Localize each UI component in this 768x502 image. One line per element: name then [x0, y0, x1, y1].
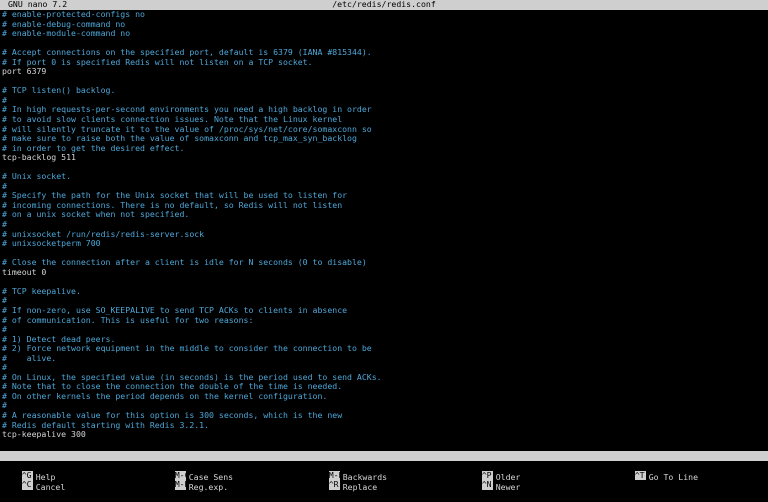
- shortcut-case-sens[interactable]: M-CCase Sens: [155, 461, 233, 482]
- comment-line[interactable]: # On other kernels the period depends on…: [2, 392, 766, 402]
- comment-line[interactable]: # make sure to raise both the value of s…: [2, 134, 766, 144]
- config-line[interactable]: port 6379: [2, 67, 766, 77]
- comment-line[interactable]: # In high requests-per-second environmen…: [2, 105, 766, 115]
- comment-line[interactable]: #: [2, 96, 766, 106]
- shortcut-key: ^R: [328, 480, 340, 490]
- comment-line[interactable]: # 2) Force network equipment in the midd…: [2, 344, 766, 354]
- shortcut-label: Newer: [495, 481, 521, 492]
- comment-line[interactable]: # If port 0 is specified Redis will not …: [2, 58, 766, 68]
- comment-line[interactable]: #: [2, 401, 766, 411]
- config-line[interactable]: [2, 39, 766, 49]
- comment-line[interactable]: # Specify the path for the Unix socket t…: [2, 191, 766, 201]
- shortcut-label: Go To Line: [648, 472, 699, 483]
- shortcut-older[interactable]: ^P Older: [462, 461, 520, 482]
- shortcut-cancel[interactable]: ^C Cancel: [2, 471, 65, 491]
- shortcut-label: Reg.exp.: [188, 481, 229, 492]
- comment-line[interactable]: # enable-debug-command no: [2, 20, 766, 30]
- comment-line[interactable]: # enable-module-command no: [2, 29, 766, 39]
- shortcut-go-to-line[interactable]: ^T Go To Line: [615, 461, 698, 482]
- app-name: GNU nano 7.2: [8, 0, 68, 9]
- comment-line[interactable]: # to avoid slow clients connection issue…: [2, 115, 766, 125]
- shortcut-key: ^N: [481, 480, 493, 490]
- comment-line[interactable]: # TCP keepalive.: [2, 287, 766, 297]
- comment-line[interactable]: # Redis default starting with Redis 3.2.…: [2, 421, 766, 431]
- config-line[interactable]: [2, 277, 766, 287]
- config-line[interactable]: tcp-backlog 511: [2, 153, 766, 163]
- title-bar: /etc/redis/redis.conf GNU nano 7.2: [0, 0, 768, 10]
- comment-line[interactable]: # On Linux, the specified value (in seco…: [2, 373, 766, 383]
- shortcut-reg-exp[interactable]: M-RReg.exp.: [155, 471, 228, 491]
- comment-line[interactable]: # Unix socket.: [2, 172, 766, 182]
- shortcut-label: Replace: [342, 481, 378, 492]
- shortcut-help[interactable]: ^G Help: [2, 461, 55, 482]
- shortcut-replace[interactable]: ^R Replace: [309, 471, 377, 491]
- config-line[interactable]: timeout 0: [2, 268, 766, 278]
- shortcut-key: ^C: [21, 480, 33, 490]
- comment-line[interactable]: #: [2, 220, 766, 230]
- config-line[interactable]: [2, 249, 766, 259]
- comment-line[interactable]: # on a unix socket when not specified.: [2, 210, 766, 220]
- comment-line[interactable]: # If non-zero, use SO_KEEPALIVE to send …: [2, 306, 766, 316]
- comment-line[interactable]: # A reasonable value for this option is …: [2, 411, 766, 421]
- shortcut-backwards[interactable]: M-BBackwards: [309, 461, 387, 482]
- comment-line[interactable]: #: [2, 325, 766, 335]
- comment-line[interactable]: #: [2, 363, 766, 373]
- file-path: /etc/redis/redis.conf: [332, 0, 436, 9]
- editor-text-area[interactable]: # enable-protected-configs no # enable-de…: [2, 10, 766, 450]
- shortcut-newer[interactable]: ^N Newer: [462, 471, 520, 491]
- comment-line[interactable]: # unixsocket /run/redis/redis-server.soc…: [2, 230, 766, 240]
- shortcut-key: M-R: [174, 480, 186, 490]
- comment-line[interactable]: # in order to get the desired effect.: [2, 144, 766, 154]
- shortcut-label: Cancel: [35, 481, 66, 492]
- comment-line[interactable]: # TCP listen() backlog.: [2, 86, 766, 96]
- comment-line[interactable]: # enable-protected-configs no: [2, 10, 766, 20]
- comment-line[interactable]: # 1) Detect dead peers.: [2, 335, 766, 345]
- config-line[interactable]: [2, 77, 766, 87]
- search-prompt-bar[interactable]: Search [unixsocket]: unixsocket: [0, 451, 768, 469]
- config-line[interactable]: [2, 163, 766, 173]
- comment-line[interactable]: # will silently truncate it to the value…: [2, 125, 766, 135]
- config-line[interactable]: tcp-keepalive 300: [2, 430, 766, 440]
- comment-line[interactable]: #: [2, 182, 766, 192]
- shortcut-bar: ^GHelp M-CCase Sens M-BBackwards ^POlder…: [0, 461, 768, 491]
- comment-line[interactable]: # unixsocketperm 700: [2, 239, 766, 249]
- comment-line[interactable]: # of communication. This is useful for t…: [2, 316, 766, 326]
- comment-line[interactable]: # Note that to close the connection the …: [2, 382, 766, 392]
- comment-line[interactable]: # incoming connections. There is no defa…: [2, 201, 766, 211]
- comment-line[interactable]: # Close the connection after a client is…: [2, 258, 766, 268]
- comment-line[interactable]: # Accept connections on the specified po…: [2, 48, 766, 58]
- comment-line[interactable]: #: [2, 296, 766, 306]
- comment-line[interactable]: # alive.: [2, 354, 766, 364]
